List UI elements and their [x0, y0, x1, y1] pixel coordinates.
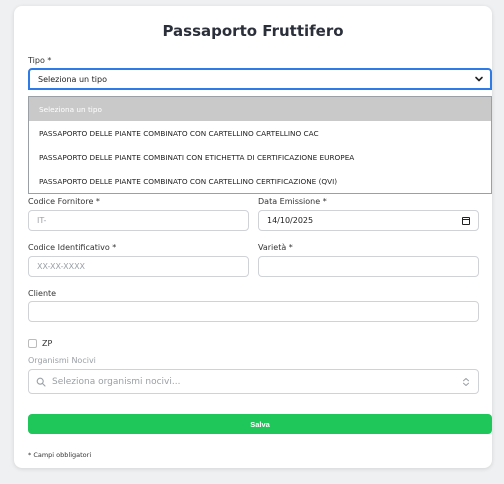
codice-identificativo-input[interactable]: XX-XX-XXXX [28, 256, 249, 277]
varieta-label: Varietà * [258, 243, 293, 252]
zp-checkbox[interactable] [28, 339, 37, 348]
codice-identificativo-label: Codice Identificativo * [28, 243, 117, 252]
page-title: Passaporto Fruttifero [162, 22, 344, 40]
varieta-input[interactable] [258, 256, 479, 277]
tipo-option[interactable]: PASSAPORTO DELLE PIANTE COMBINATI CON ET… [29, 145, 491, 169]
data-emissione-label: Data Emissione * [258, 197, 327, 206]
cliente-input[interactable] [28, 301, 479, 322]
tipo-option[interactable]: PASSAPORTO DELLE PIANTE COMBINATO CON CA… [29, 121, 491, 145]
calendar-icon[interactable] [462, 217, 470, 225]
chevron-down-icon [475, 76, 483, 82]
organismi-select[interactable]: Seleziona organismi nocivi... [28, 369, 479, 394]
data-emissione-value: 14/10/2025 [267, 216, 314, 225]
sort-icon [463, 378, 469, 386]
organismi-label: Organismi Nocivi [28, 356, 96, 365]
zp-label: ZP [42, 339, 53, 348]
data-emissione-input[interactable]: 14/10/2025 [258, 210, 479, 231]
tipo-label: Tipo * [28, 56, 52, 65]
required-note: * Campi obbligatori [28, 451, 92, 459]
codice-fornitore-label: Codice Fornitore * [28, 197, 100, 206]
salva-button[interactable]: Salva [28, 414, 492, 434]
tipo-select[interactable]: Seleziona un tipo [28, 68, 492, 90]
search-icon [36, 377, 46, 387]
tipo-dropdown-list: Seleziona un tipo PASSAPORTO DELLE PIANT… [28, 96, 492, 194]
tipo-option[interactable]: Seleziona un tipo [29, 97, 491, 121]
cliente-label: Cliente [28, 289, 57, 298]
codice-fornitore-input[interactable]: IT- [28, 210, 249, 231]
tipo-selected-value: Seleziona un tipo [38, 74, 107, 84]
tipo-option[interactable]: PASSAPORTO DELLE PIANTE COMBINATO CON CA… [29, 169, 491, 193]
form-card: Passaporto Fruttifero Tipo * Seleziona u… [14, 6, 492, 468]
